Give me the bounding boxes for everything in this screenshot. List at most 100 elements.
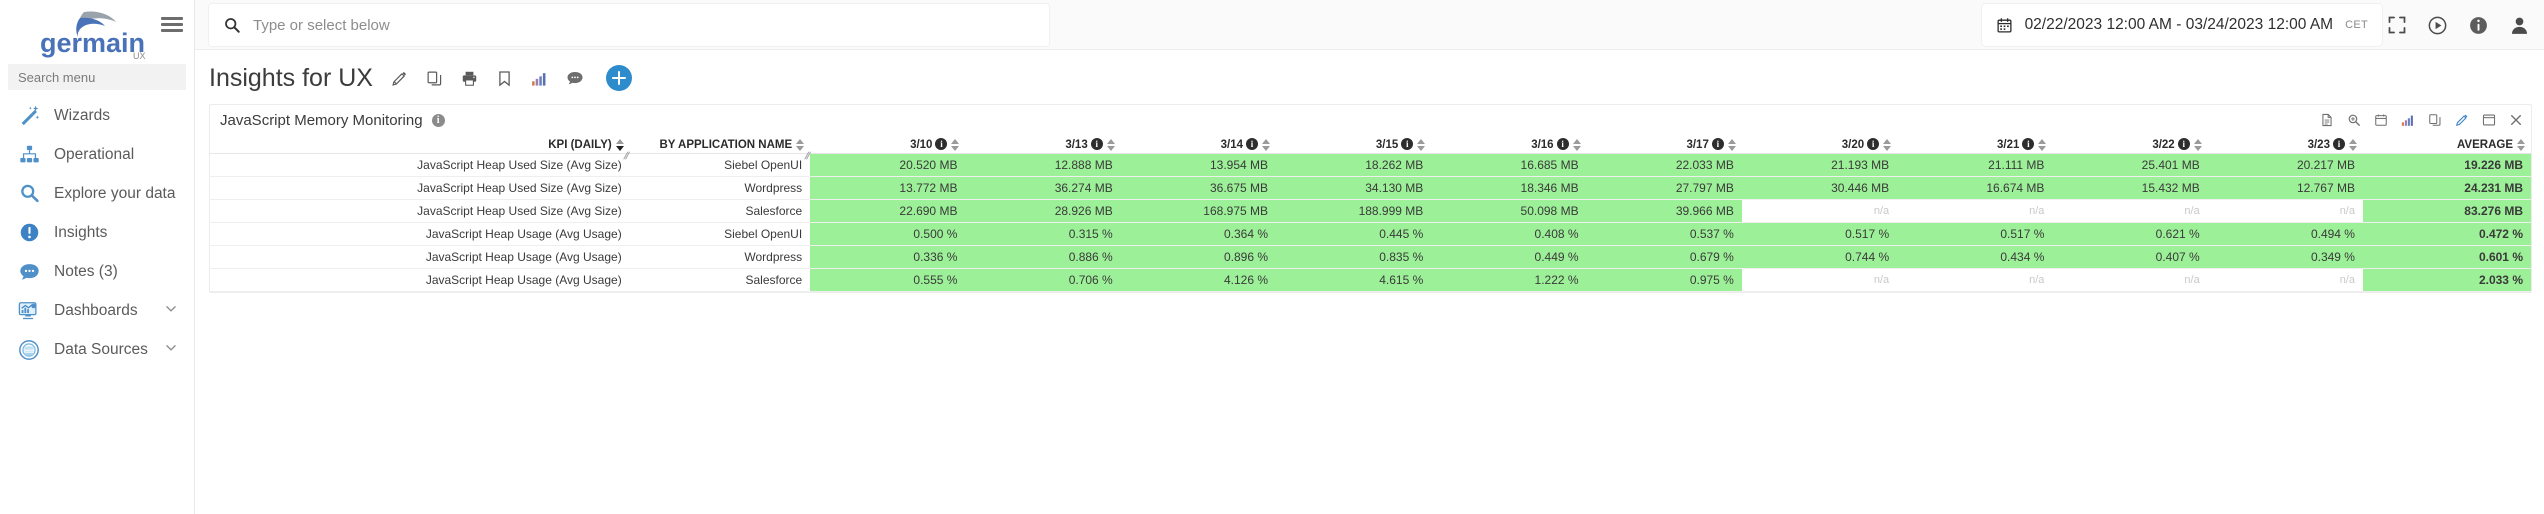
column-header-date[interactable]: 3/16i [1431,135,1586,154]
column-header-date[interactable]: 3/10i [810,135,965,154]
info-icon[interactable]: i [1246,138,1258,150]
add-widget-button[interactable] [606,65,632,91]
bar-chart-icon[interactable] [2401,113,2415,127]
hamburger-icon[interactable] [149,0,195,50]
table-row[interactable]: JavaScript Heap Used Size (Avg Size) Sal… [210,200,2531,223]
chevron-down-icon[interactable] [164,340,178,359]
sidebar-item-wizards[interactable]: Wizards [0,96,194,135]
row-gutter [210,154,260,177]
user-avatar-icon[interactable] [2509,15,2530,36]
sort-arrows-icon[interactable] [1417,139,1425,151]
sidebar-item-insights[interactable]: Insights [0,213,194,252]
monitor-chart-icon [16,300,42,322]
sidebar-search-input[interactable]: Search menu [8,64,186,90]
cell-value: 1.222 % [1431,269,1586,292]
table-row[interactable]: JavaScript Heap Used Size (Avg Size) Sie… [210,154,2531,177]
zoom-search-icon[interactable] [2347,113,2361,127]
column-header-average[interactable]: AVERAGE [2363,135,2531,154]
column-header-date[interactable]: 3/14i [1121,135,1276,154]
cell-value: 50.098 MB [1431,200,1586,223]
sidebar-item-label: Operational [54,146,134,164]
info-icon[interactable]: i [1867,138,1879,150]
sort-arrows-icon[interactable] [1573,139,1581,151]
column-header-label: 3/13 [1065,139,1087,151]
info-icon[interactable]: i [1557,138,1569,150]
cell-average: 2.033 % [2363,269,2531,292]
info-icon[interactable] [2468,15,2489,36]
column-header-application-name[interactable]: BY APPLICATION NAME // [630,135,810,154]
bar-chart-icon[interactable] [531,70,548,87]
edit-pencil-icon[interactable] [391,70,408,87]
info-icon[interactable]: i [1091,138,1103,150]
timezone-label: CET [2345,19,2368,31]
copy-icon[interactable] [2428,113,2442,127]
info-icon[interactable]: i [1401,138,1413,150]
close-icon[interactable] [2509,113,2523,127]
sort-arrows-icon[interactable] [1107,139,1115,151]
column-header-date[interactable]: 3/22 i [2052,135,2207,154]
cell-value: 21.111 MB [1897,154,2052,177]
global-search-input[interactable]: Type or select below [209,4,1049,46]
calendar-icon[interactable] [2374,113,2388,127]
cell-value: n/a [2052,200,2207,223]
fullscreen-icon[interactable] [2387,15,2407,35]
sort-arrows-icon[interactable] [1262,139,1270,151]
cell-value: 0.349 % [2208,246,2363,269]
column-header-kpi[interactable]: KPI (DAILY) // [260,135,629,154]
sort-arrows-icon[interactable] [796,139,804,151]
info-icon[interactable]: i [2178,138,2190,150]
table-row[interactable]: JavaScript Heap Usage (Avg Usage) Wordpr… [210,246,2531,269]
sort-arrows-icon[interactable] [616,139,624,151]
cell-value: 12.767 MB [2208,177,2363,200]
date-range-picker[interactable]: 02/22/2023 12:00 AM - 03/24/2023 12:00 A… [1982,4,2382,46]
info-icon[interactable]: i [1712,138,1724,150]
table-row[interactable]: JavaScript Heap Used Size (Avg Size) Wor… [210,177,2531,200]
export-file-icon[interactable] [2320,113,2334,127]
cell-value: 0.679 % [1587,246,1742,269]
sidebar-item-data-sources[interactable]: Data Sources [0,330,194,369]
comment-icon[interactable] [566,69,584,87]
cell-value: 0.537 % [1587,223,1742,246]
column-header-date[interactable]: 3/23i [2208,135,2363,154]
cell-value: 0.494 % [2208,223,2363,246]
cell-value: 16.674 MB [1897,177,2052,200]
cell-value: n/a [1897,269,2052,292]
main-content: Type or select below 02/22/2023 12:00 AM… [195,0,2544,514]
info-icon[interactable]: i [2022,138,2034,150]
column-header-date[interactable]: 3/20i [1742,135,1897,154]
column-header-date[interactable]: 3/21i [1897,135,2052,154]
info-icon[interactable]: i [2333,138,2345,150]
column-header-date[interactable]: 3/13 i [965,135,1120,154]
print-icon[interactable] [461,70,478,87]
table-row[interactable]: JavaScript Heap Usage (Avg Usage) Salesf… [210,269,2531,292]
column-header-date[interactable]: 3/15i [1276,135,1431,154]
cell-value: 0.500 % [810,223,965,246]
sidebar-item-explore-your-data[interactable]: Explore your data [0,174,194,213]
sort-arrows-icon[interactable] [1883,139,1891,151]
sort-arrows-icon[interactable] [1728,139,1736,151]
sidebar-item-dashboards[interactable]: Dashboards [0,291,194,330]
sidebar-item-notes[interactable]: Notes (3) [0,252,194,291]
column-header-date[interactable]: 3/17i [1587,135,1742,154]
sidebar-item-label: Notes (3) [54,263,118,281]
cell-value: 0.886 % [965,246,1120,269]
chevron-down-icon[interactable] [164,301,178,320]
info-icon[interactable]: i [935,138,947,150]
bookmark-icon[interactable] [496,70,513,87]
copy-icon[interactable] [426,70,443,87]
cell-kpi: JavaScript Heap Usage (Avg Usage) [260,246,629,269]
sort-arrows-icon[interactable] [2194,139,2202,151]
table-row[interactable]: JavaScript Heap Usage (Avg Usage) Siebel… [210,223,2531,246]
sort-arrows-icon[interactable] [2038,139,2046,151]
window-icon[interactable] [2482,113,2496,127]
cell-value: 13.772 MB [810,177,965,200]
column-header-label: 3/22 [2152,139,2174,151]
sort-arrows-icon[interactable] [2517,139,2525,151]
cell-value: 27.797 MB [1587,177,1742,200]
play-icon[interactable] [2427,15,2448,36]
sort-arrows-icon[interactable] [2349,139,2357,151]
info-icon[interactable]: i [432,114,445,127]
edit-pencil-icon[interactable] [2455,113,2469,127]
sidebar-item-operational[interactable]: Operational [0,135,194,174]
sort-arrows-icon[interactable] [951,139,959,151]
